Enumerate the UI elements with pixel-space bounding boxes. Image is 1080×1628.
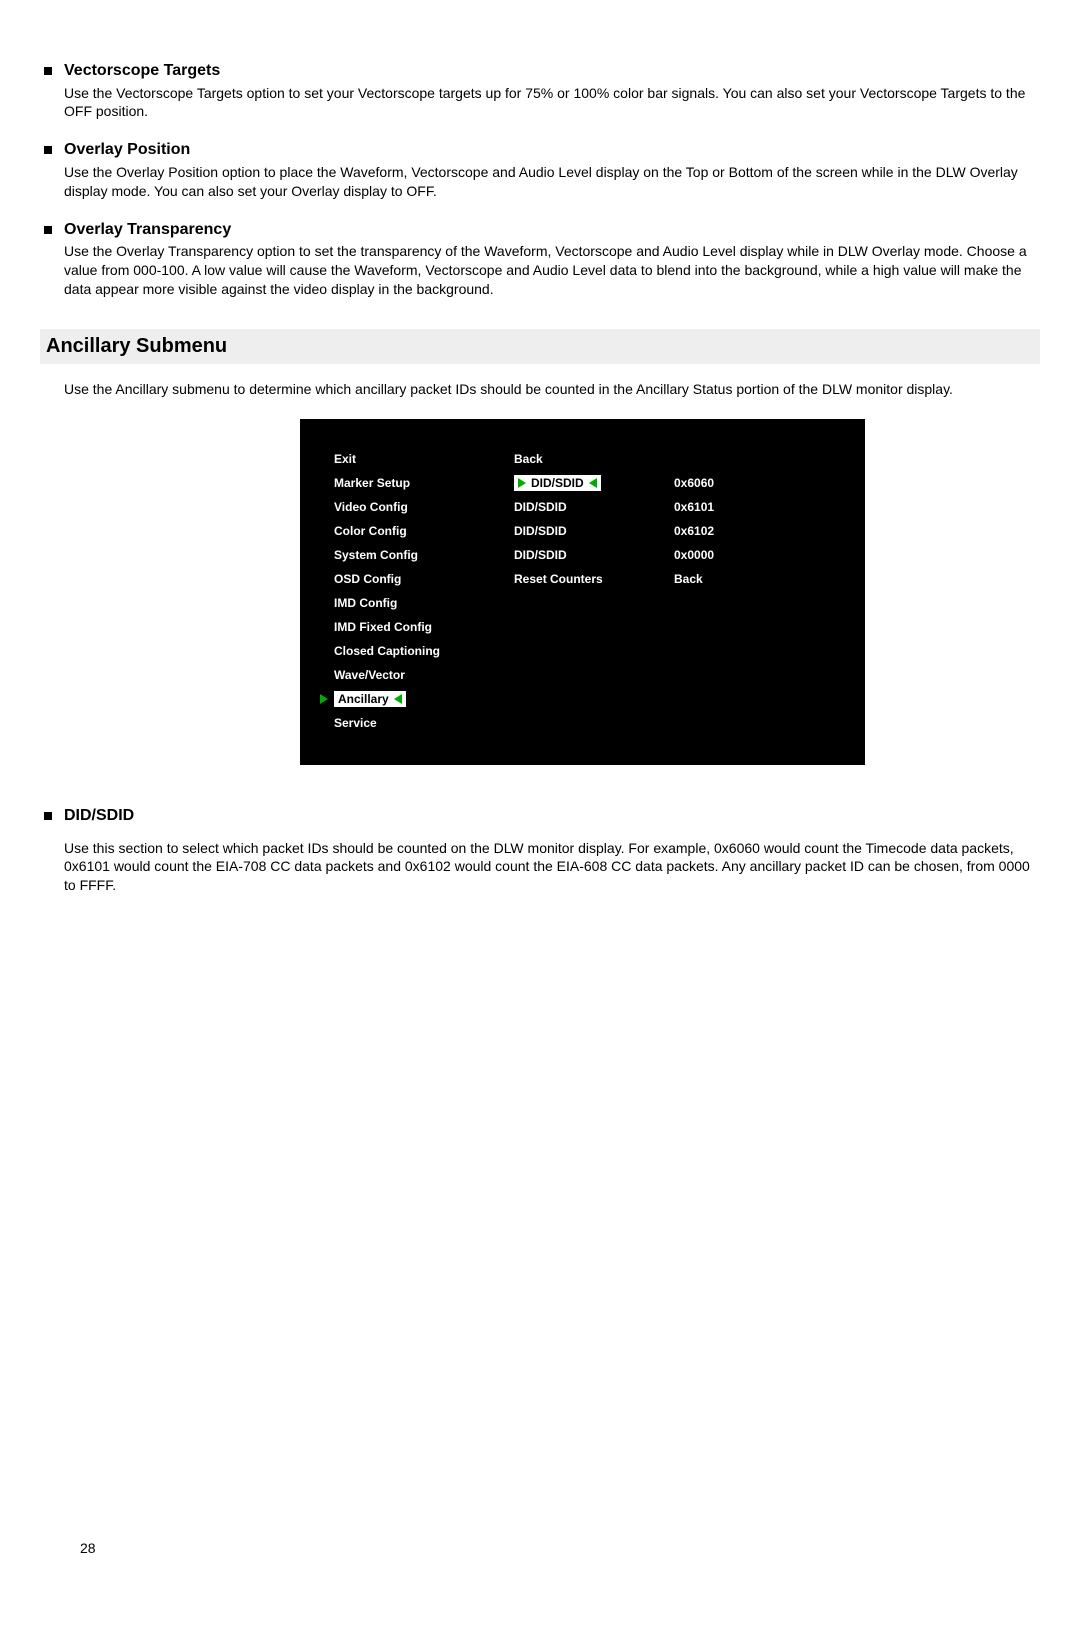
- section-didsdid: DID/SDID Use this section to select whic…: [40, 805, 1040, 895]
- heading-overlay-transparency: Overlay Transparency: [64, 219, 231, 241]
- osd-menu-panel: Exit Back Marker Setup DID/SDID 0x6060 V…: [300, 419, 865, 765]
- menu-row: System Config DID/SDID 0x0000: [334, 543, 825, 567]
- menu-right-1: 0x6060: [674, 475, 825, 491]
- menu-right-3: 0x6102: [674, 523, 825, 539]
- triangle-right-icon: [320, 694, 328, 704]
- menu-left-cc: Closed Captioning: [334, 643, 514, 659]
- square-bullet-icon: [44, 226, 52, 234]
- menu-left-ancillary-selected: Ancillary: [334, 691, 514, 707]
- menu-left-service: Service: [334, 715, 514, 731]
- submenu-text: Use the Ancillary submenu to determine w…: [64, 380, 1040, 399]
- menu-row: Exit Back: [334, 447, 825, 471]
- heading-vectorscope: Vectorscope Targets: [64, 60, 220, 82]
- triangle-left-icon: [589, 478, 597, 488]
- heading-overlay-position: Overlay Position: [64, 139, 190, 161]
- selected-item-label: Ancillary: [338, 691, 389, 707]
- square-bullet-icon: [44, 67, 52, 75]
- section-overlay-position: Overlay Position Use the Overlay Positio…: [40, 139, 1040, 200]
- body-overlay-position: Use the Overlay Position option to place…: [64, 163, 1040, 201]
- triangle-right-icon: [518, 478, 526, 488]
- selected-item-box: Ancillary: [334, 691, 406, 707]
- heading-row: Overlay Position: [40, 139, 1040, 161]
- selected-item-box: DID/SDID: [514, 475, 601, 491]
- body-didsdid: Use this section to select which packet …: [64, 839, 1040, 896]
- menu-left-exit: Exit: [334, 451, 514, 467]
- submenu-title: Ancillary Submenu: [40, 329, 1040, 364]
- menu-row: Wave/Vector: [334, 663, 825, 687]
- section-vectorscope: Vectorscope Targets Use the Vectorscope …: [40, 60, 1040, 121]
- menu-right-2: 0x6101: [674, 499, 825, 515]
- menu-left-color-config: Color Config: [334, 523, 514, 539]
- menu-left-osd-config: OSD Config: [334, 571, 514, 587]
- menu-mid-didsdid-2: DID/SDID: [514, 499, 674, 515]
- menu-right-5: Back: [674, 571, 825, 587]
- menu-left-system-config: System Config: [334, 547, 514, 563]
- menu-left-imd-fixed: IMD Fixed Config: [334, 619, 514, 635]
- menu-row: Ancillary: [334, 687, 825, 711]
- menu-mid-didsdid-3: DID/SDID: [514, 523, 674, 539]
- square-bullet-icon: [44, 812, 52, 820]
- page-number: 28: [80, 1539, 96, 1558]
- menu-mid-back: Back: [514, 451, 674, 467]
- menu-row: Closed Captioning: [334, 639, 825, 663]
- menu-row: IMD Config: [334, 591, 825, 615]
- menu-row: OSD Config Reset Counters Back: [334, 567, 825, 591]
- menu-right-4: 0x0000: [674, 547, 825, 563]
- menu-row: Marker Setup DID/SDID 0x6060: [334, 471, 825, 495]
- heading-row: DID/SDID: [40, 805, 1040, 827]
- menu-row: Service: [334, 711, 825, 735]
- menu-left-video-config: Video Config: [334, 499, 514, 515]
- body-vectorscope: Use the Vectorscope Targets option to se…: [64, 84, 1040, 122]
- section-overlay-transparency: Overlay Transparency Use the Overlay Tra…: [40, 219, 1040, 299]
- menu-left-marker-setup: Marker Setup: [334, 475, 514, 491]
- menu-row: IMD Fixed Config: [334, 615, 825, 639]
- body-overlay-transparency: Use the Overlay Transparency option to s…: [64, 242, 1040, 299]
- menu-row: Video Config DID/SDID 0x6101: [334, 495, 825, 519]
- menu-left-wave-vector: Wave/Vector: [334, 667, 514, 683]
- menu-mid-didsdid-selected: DID/SDID: [514, 475, 674, 491]
- square-bullet-icon: [44, 146, 52, 154]
- menu-mid-didsdid-4: DID/SDID: [514, 547, 674, 563]
- menu-mid-reset: Reset Counters: [514, 571, 674, 587]
- heading-didsdid: DID/SDID: [64, 805, 134, 827]
- triangle-left-icon: [394, 694, 402, 704]
- selected-item-label: DID/SDID: [531, 475, 584, 491]
- menu-row: Color Config DID/SDID 0x6102: [334, 519, 825, 543]
- heading-row: Overlay Transparency: [40, 219, 1040, 241]
- menu-left-imd-config: IMD Config: [334, 595, 514, 611]
- heading-row: Vectorscope Targets: [40, 60, 1040, 82]
